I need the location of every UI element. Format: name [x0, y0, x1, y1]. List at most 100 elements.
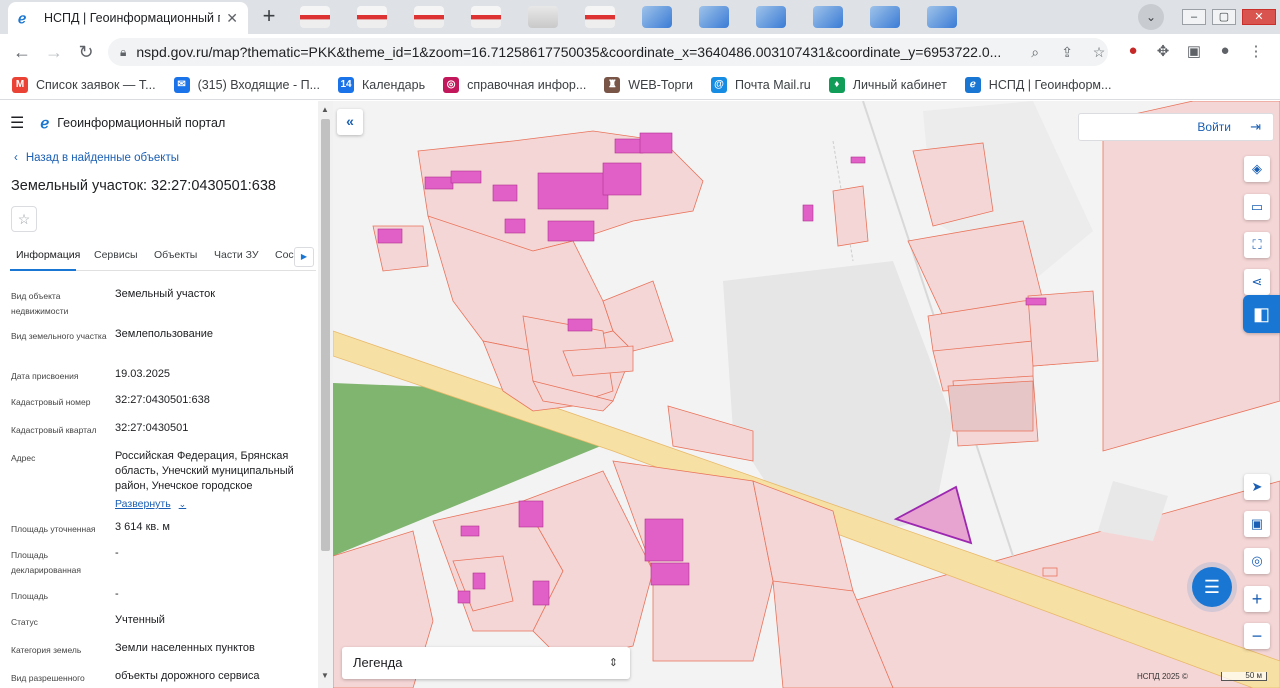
map-copyright: НСПД 2025 © — [1137, 672, 1188, 681]
bookmark-2[interactable]: ✉ (315) Входящие - П... — [173, 76, 320, 93]
gps-icon[interactable]: ◎ — [1244, 548, 1270, 574]
sidepanel-icon[interactable]: ▣ — [1183, 42, 1205, 60]
login-button[interactable]: Войти ⇥ — [1078, 113, 1274, 141]
bookmark-7[interactable]: ♦ Личный кабинет — [828, 76, 947, 93]
bookmark-5[interactable]: ♜ WEB-Торги — [604, 76, 694, 93]
bookmark-3[interactable]: 14 Календарь — [338, 76, 425, 93]
extension-icon[interactable]: ● — [1122, 42, 1144, 59]
tab-search-icon[interactable]: ⌄ — [1138, 4, 1164, 30]
field-key: Статус — [11, 617, 38, 627]
field-key: Адрес — [11, 453, 36, 463]
field-key: Площадь — [11, 591, 49, 601]
object-title: Земельный участок: 32:27:0430501:638 — [11, 178, 276, 194]
back-label: Назад в найденные объекты — [25, 152, 180, 164]
bookmark-4[interactable]: ◎ справочная инфор... — [443, 76, 587, 93]
gmail-icon: M — [12, 76, 28, 93]
lock-icon[interactable]: 🔒︎ — [120, 45, 126, 60]
field-value: 19.03.2025 — [115, 368, 171, 380]
minimize-button[interactable]: – — [1182, 9, 1206, 25]
back-arrow-icon[interactable]: ← — [10, 40, 34, 64]
buildings-right — [1025, 297, 1047, 306]
bookmark-6[interactable]: @ Почта Mail.ru — [711, 76, 811, 93]
tab-parts[interactable]: Части ЗУ — [214, 249, 259, 261]
chat-icon[interactable]: ☰ — [1192, 567, 1232, 607]
minimap-icon[interactable]: ▣ — [1244, 511, 1270, 537]
tab-services[interactable]: Сервисы — [94, 249, 138, 261]
bookmark-label: справочная инфор... — [467, 77, 587, 92]
panel-scrollbar[interactable]: ▲ ▼ — [318, 101, 333, 688]
mailru-icon: @ — [711, 76, 728, 93]
tab-objects[interactable]: Объекты — [154, 249, 197, 261]
app: ☰ ℯ Геоинформационный портал ‹ Назад в на… — [0, 101, 1280, 688]
field-key: Кадастровый номер — [11, 397, 91, 407]
field-value: 32:27:0430501 — [115, 422, 189, 434]
scrollbar-thumb[interactable] — [321, 119, 330, 551]
bookmark-star-icon[interactable]: ☆ — [1090, 44, 1108, 61]
share-icon[interactable]: ⇪ — [1058, 44, 1076, 61]
chevron-left-icon: ‹ — [14, 152, 18, 164]
app-title: Геоинформационный портал — [57, 116, 226, 130]
field-value: объекты дорожного сервиса — [115, 670, 260, 682]
omnibox[interactable]: 🔒︎ nspd.gov.ru/map?thematic=PKK&theme_id… — [108, 38, 1108, 66]
locate-icon[interactable]: ➤ — [1244, 474, 1270, 500]
forward-arrow-icon[interactable]: → — [42, 40, 66, 64]
field-value: - — [115, 547, 119, 559]
login-icon: ⇥ — [1250, 119, 1261, 134]
field-key: Вид земельного участка — [11, 331, 107, 341]
field-key: Площадь уточненная — [11, 524, 96, 534]
browser-tab[interactable]: ℯ НСПД | Геоинформационный п ✕ — [8, 2, 248, 34]
field-value: 32:27:0430501:638 — [115, 394, 210, 406]
chrome-menu-icon[interactable]: ⋮ — [1245, 42, 1267, 60]
share-map-icon[interactable]: ⋖ — [1244, 269, 1270, 295]
other-tabs-strip[interactable] — [300, 4, 1130, 32]
bookmark-label: НСПД | Геоинформ... — [988, 77, 1112, 92]
service-panel-icon[interactable]: ◧ — [1243, 295, 1280, 333]
tab-composition[interactable]: Сос — [275, 249, 294, 261]
zoom-out-icon[interactable]: − — [1244, 623, 1270, 649]
tabs-scroll-right-icon[interactable]: ▶ — [294, 247, 314, 267]
field-key: Категория земель — [11, 645, 82, 655]
nspd-icon: ℯ — [964, 76, 981, 93]
bookmark-label: (315) Входящие - П... — [197, 77, 320, 92]
scroll-up-icon[interactable]: ▲ — [321, 105, 329, 114]
active-tab-indicator — [10, 269, 76, 271]
select-area-icon[interactable]: ⛶ — [1244, 232, 1270, 258]
field-key: Вид разрешенного — [11, 673, 85, 683]
field-value: Земли населенных пунктов — [115, 642, 255, 654]
browser-tab-bar: ℯ НСПД | Геоинформационный п ✕ + ⌄ – ▢ ✕ — [0, 0, 1280, 34]
puzzle-icon[interactable]: ✥ — [1152, 42, 1174, 60]
bookmark-1[interactable]: M Список заявок — Т... — [12, 76, 156, 93]
favorite-star-button[interactable]: ☆ — [11, 206, 37, 232]
field-key: Дата присвоения — [11, 371, 79, 381]
zoom-icon[interactable]: ⌕ — [1026, 44, 1044, 61]
tab-information[interactable]: Информация — [16, 249, 80, 261]
bookmark-label: WEB-Торги — [628, 77, 694, 92]
hamburger-menu-icon[interactable]: ☰ — [10, 113, 24, 133]
reload-icon[interactable]: ↻ — [74, 40, 98, 64]
collapse-panel-button[interactable]: « — [337, 109, 363, 135]
field-key: Кадастровый квартал — [11, 425, 97, 435]
ruler-icon[interactable]: ▭ — [1244, 194, 1270, 220]
tab-title: НСПД | Геоинформационный п — [44, 11, 221, 25]
url-text[interactable]: nspd.gov.ru/map?thematic=PKK&theme_id=1&… — [136, 44, 1012, 60]
expand-address-link[interactable]: Развернуть ⌄ — [115, 498, 186, 510]
legend-select[interactable]: Легенда ⇕ — [342, 647, 630, 679]
back-to-results-link[interactable]: ‹ Назад в найденные объекты — [14, 152, 179, 164]
expand-label: Развернуть — [115, 498, 171, 510]
bookmark-8[interactable]: ℯ НСПД | Геоинформ... — [964, 76, 1112, 93]
close-tab-icon[interactable]: ✕ — [226, 10, 238, 27]
map-canvas[interactable]: « Войти ⇥ ◈ ▭ ⛶ ⋖ ◧ ➤ ▣ ◎ + − ☰ Легенда ⇕ … — [333, 101, 1280, 688]
close-window-button[interactable]: ✕ — [1242, 9, 1276, 25]
cadastral-map[interactable] — [333, 101, 1280, 688]
profile-icon[interactable]: ● — [1214, 42, 1236, 59]
new-tab-button[interactable]: + — [256, 5, 282, 29]
field-value: Учтенный — [115, 614, 165, 626]
panel-header: ☰ ℯ Геоинформационный портал — [10, 113, 225, 133]
maximize-button[interactable]: ▢ — [1212, 9, 1236, 25]
cabinet-icon: ♦ — [828, 76, 845, 93]
zoom-in-icon[interactable]: + — [1244, 586, 1270, 612]
layers-icon[interactable]: ◈ — [1244, 156, 1270, 182]
updown-chevron-icon: ⇕ — [608, 657, 618, 669]
field-key: Площадь декларированная — [11, 550, 81, 575]
scroll-down-icon[interactable]: ▼ — [321, 671, 329, 680]
